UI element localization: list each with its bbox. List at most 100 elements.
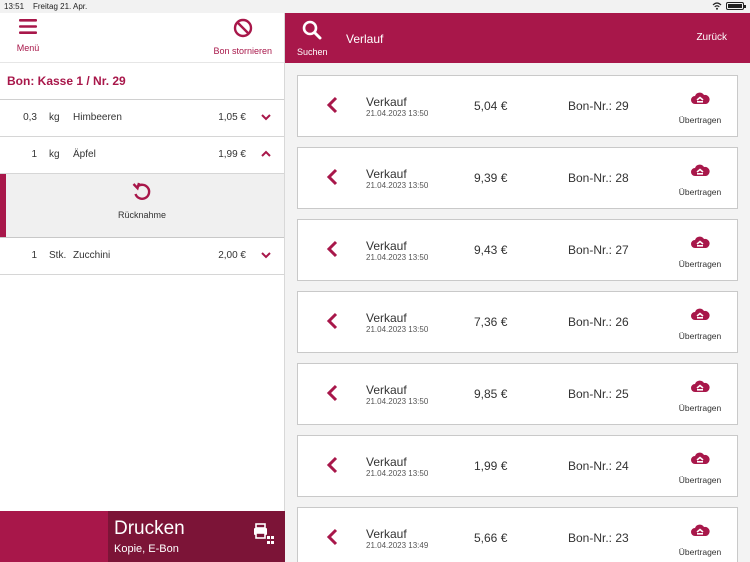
receipt-date: 21.04.2023 13:50	[366, 397, 429, 406]
return-label: Rücknahme	[117, 210, 167, 220]
receipt-card[interactable]: Verkauf 21.04.2023 13:50 5,04 € Bon-Nr.: 29…	[297, 75, 738, 137]
print-footer: Drucken Kopie, E-Bon	[0, 511, 285, 562]
receipt-number: Bon-Nr.: 27	[568, 243, 629, 257]
status-bar: 13:51 Freitag 21. Apr.	[0, 0, 750, 13]
receipt-card[interactable]: Verkauf 21.04.2023 13:50 1,99 € Bon-Nr.: 24…	[297, 435, 738, 497]
transfer-label: Übertragen	[678, 403, 722, 413]
item-name: Äpfel	[73, 149, 96, 160]
item-qty: 0,3	[23, 112, 37, 123]
receipt-type: Verkauf	[366, 167, 407, 181]
receipt-card[interactable]: Verkauf 21.04.2023 13:50 9,85 € Bon-Nr.: 25…	[297, 363, 738, 425]
item-unit: kg	[49, 112, 60, 123]
receipt-date: 21.04.2023 13:50	[366, 109, 429, 118]
chevron-left-icon[interactable]	[326, 167, 340, 192]
receipt-card[interactable]: Verkauf 21.04.2023 13:49 5,66 € Bon-Nr.: 23…	[297, 507, 738, 562]
receipt-type: Verkauf	[366, 455, 407, 469]
status-date: Freitag 21. Apr.	[33, 2, 88, 11]
chevron-left-icon[interactable]	[326, 383, 340, 408]
chevron-down-icon[interactable]	[260, 249, 272, 264]
receipt-type: Verkauf	[366, 239, 407, 253]
transfer-label: Übertragen	[678, 187, 722, 197]
transfer-button[interactable]: Übertragen	[663, 91, 737, 125]
back-button[interactable]: Zurück	[696, 32, 727, 43]
transfer-button[interactable]: Übertragen	[663, 379, 737, 413]
cancel-receipt-button[interactable]: Bon stornieren	[213, 18, 272, 56]
hamburger-icon	[19, 19, 37, 34]
chevron-left-icon[interactable]	[326, 239, 340, 264]
footer-left-block	[0, 511, 108, 562]
return-button[interactable]: Rücknahme	[0, 181, 284, 220]
receipt-card[interactable]: Verkauf 21.04.2023 13:50 9,39 € Bon-Nr.: 28…	[297, 147, 738, 209]
transfer-label: Übertragen	[678, 259, 722, 269]
chevron-left-icon[interactable]	[326, 455, 340, 480]
receipt-item[interactable]: 1 kg Äpfel 1,99 €	[0, 137, 284, 174]
receipt-date: 21.04.2023 13:49	[366, 541, 429, 550]
search-button[interactable]: Suchen	[297, 20, 328, 57]
receipt-amount: 1,99 €	[474, 459, 508, 473]
item-name: Zucchini	[73, 250, 111, 261]
receipt-number: Bon-Nr.: 29	[568, 99, 629, 113]
receipt-type: Verkauf	[366, 527, 407, 541]
item-unit: Stk.	[49, 250, 67, 261]
menu-button[interactable]: Menü	[12, 18, 44, 53]
receipt-title: Bon: Kasse 1 / Nr. 29	[0, 63, 284, 100]
print-sub-label: Kopie, E-Bon	[114, 543, 179, 555]
item-qty: 1	[31, 250, 37, 261]
item-name: Himbeeren	[73, 112, 122, 123]
receipt-amount: 5,04 €	[474, 99, 508, 113]
cloud-upload-icon	[690, 524, 710, 543]
transfer-button[interactable]: Übertragen	[663, 307, 737, 341]
status-icons	[712, 2, 746, 10]
receipt-date: 21.04.2023 13:50	[366, 325, 429, 334]
prohibited-icon	[233, 18, 252, 38]
transfer-label: Übertragen	[678, 115, 722, 125]
receipt-date: 21.04.2023 13:50	[366, 253, 429, 262]
receipt-card[interactable]: Verkauf 21.04.2023 13:50 7,36 € Bon-Nr.: 26…	[297, 291, 738, 353]
receipt-number: Bon-Nr.: 26	[568, 315, 629, 329]
transfer-label: Übertragen	[678, 331, 722, 341]
undo-icon	[132, 182, 151, 200]
item-unit: kg	[49, 149, 60, 160]
transfer-label: Übertragen	[678, 475, 722, 485]
print-label: Drucken	[114, 518, 185, 539]
receipt-amount: 9,85 €	[474, 387, 508, 401]
chevron-up-icon[interactable]	[260, 148, 272, 163]
receipt-amount: 9,43 €	[474, 243, 508, 257]
print-button[interactable]: Drucken Kopie, E-Bon	[108, 511, 285, 562]
receipt-number: Bon-Nr.: 28	[568, 171, 629, 185]
receipt-amount: 5,66 €	[474, 531, 508, 545]
transfer-button[interactable]: Übertragen	[663, 523, 737, 557]
cloud-upload-icon	[690, 452, 710, 471]
search-label: Suchen	[297, 47, 328, 57]
print-qr-icon	[254, 523, 274, 544]
search-icon	[302, 20, 322, 40]
cancel-receipt-label: Bon stornieren	[213, 46, 272, 56]
transfer-button[interactable]: Übertragen	[663, 163, 737, 197]
receipt-item[interactable]: 1 Stk. Zucchini 2,00 €	[0, 238, 284, 275]
status-time: 13:51	[4, 2, 25, 11]
page-title: Verlauf	[346, 32, 384, 46]
receipt-number: Bon-Nr.: 24	[568, 459, 629, 473]
cloud-upload-icon	[690, 164, 710, 183]
transfer-label: Übertragen	[678, 547, 722, 557]
item-price: 1,99 €	[218, 149, 246, 160]
left-toolbar: Menü Bon stornieren	[0, 13, 284, 63]
receipt-number: Bon-Nr.: 25	[568, 387, 629, 401]
chevron-down-icon[interactable]	[260, 111, 272, 126]
receipt-amount: 9,39 €	[474, 171, 508, 185]
battery-icon	[726, 2, 746, 10]
receipt-card[interactable]: Verkauf 21.04.2023 13:50 9,43 € Bon-Nr.: 27…	[297, 219, 738, 281]
cloud-upload-icon	[690, 236, 710, 255]
receipt-item[interactable]: 0,3 kg Himbeeren 1,05 €	[0, 100, 284, 137]
chevron-left-icon[interactable]	[326, 95, 340, 120]
transfer-button[interactable]: Übertragen	[663, 451, 737, 485]
receipt-number: Bon-Nr.: 23	[568, 531, 629, 545]
chevron-left-icon[interactable]	[326, 527, 340, 552]
cloud-upload-icon	[690, 92, 710, 111]
cloud-upload-icon	[690, 308, 710, 327]
receipt-history-list: Verkauf 21.04.2023 13:50 5,04 € Bon-Nr.: 29…	[297, 75, 738, 562]
chevron-left-icon[interactable]	[326, 311, 340, 336]
transfer-button[interactable]: Übertragen	[663, 235, 737, 269]
item-price: 2,00 €	[218, 250, 246, 261]
menu-label: Menü	[16, 43, 40, 53]
